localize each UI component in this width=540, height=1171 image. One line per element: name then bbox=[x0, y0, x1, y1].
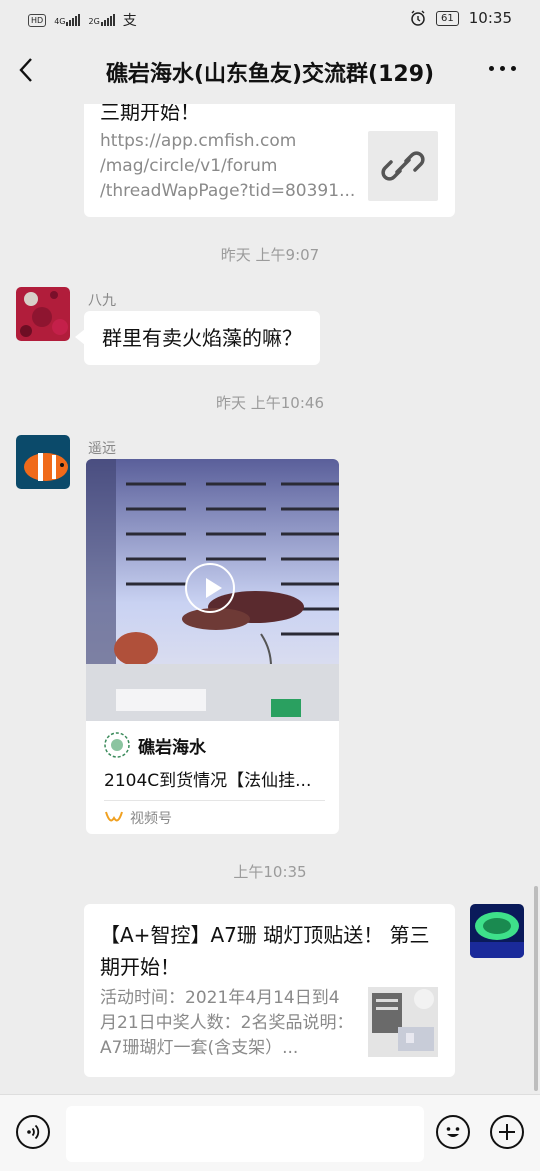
source-row: 视频号 bbox=[104, 808, 172, 828]
avatar[interactable] bbox=[16, 287, 70, 341]
avatar-image bbox=[16, 435, 70, 489]
alipay-char: 支 bbox=[122, 13, 137, 29]
link-thumbnail bbox=[368, 987, 438, 1057]
chevron-left-icon bbox=[19, 58, 32, 82]
divider bbox=[104, 800, 325, 801]
input-bar bbox=[0, 1094, 540, 1171]
sender-name: 八九 bbox=[88, 293, 116, 309]
link-card[interactable]: 【A+智控】A7珊 瑚灯顶贴送！ 第三期开始！ 活动时间：2021年4月14日到… bbox=[84, 904, 455, 1077]
avatar[interactable] bbox=[470, 904, 524, 958]
timestamp: 昨天 上午10:46 bbox=[216, 394, 324, 412]
status-left: HD 4G 2G 支 bbox=[28, 10, 137, 30]
sender-name: 遥远 bbox=[88, 441, 116, 457]
message-input[interactable] bbox=[66, 1106, 424, 1162]
channel-name: 礁岩海水 bbox=[138, 737, 206, 758]
clock: 10:35 bbox=[468, 9, 512, 27]
link-card-title: 【A+智控】A7珊 瑚灯顶贴送！ 第三期开始！ bbox=[100, 923, 430, 979]
scrollbar[interactable] bbox=[534, 886, 538, 1091]
link-card-title: 三期开始！ bbox=[100, 104, 200, 124]
voice-button[interactable] bbox=[16, 1115, 50, 1149]
back-button[interactable] bbox=[16, 56, 38, 84]
alarm-icon bbox=[411, 10, 425, 26]
page-title: 礁岩海水(山东鱼友)交流群(129) bbox=[105, 62, 435, 87]
status-bar: HD 4G 2G 支 61 10:35 bbox=[0, 0, 540, 36]
link-card-description: 活动时间：2021年4月14日到4月21日中奖人数：2名奖品说明：A7珊瑚灯一套… bbox=[100, 988, 354, 1058]
channel-logo-icon bbox=[104, 732, 130, 758]
plus-circle-icon bbox=[499, 1124, 515, 1140]
add-button[interactable] bbox=[490, 1115, 524, 1149]
hd-badge: HD bbox=[28, 13, 47, 27]
thumbnail-image bbox=[368, 987, 438, 1057]
video-description: 2104C到货情况【法仙挂... bbox=[104, 771, 312, 791]
timestamp: 昨天 上午9:07 bbox=[220, 246, 320, 264]
video-thumbnail[interactable] bbox=[86, 459, 339, 721]
signal-2g: 2G bbox=[88, 14, 115, 26]
signal-4g: 4G bbox=[54, 14, 81, 26]
status-right: 61 10:35 bbox=[410, 9, 512, 27]
more-horizontal-icon bbox=[489, 66, 494, 71]
chat-header: 礁岩海水(山东鱼友)交流群(129) bbox=[0, 36, 540, 104]
link-card-url: https://app.cmfish.com /mag/circle/v1/fo… bbox=[100, 131, 356, 201]
voice-icon bbox=[27, 1124, 40, 1140]
emoji-button[interactable] bbox=[436, 1115, 470, 1149]
link-card[interactable]: 三期开始！ https://app.cmfish.com /mag/circle… bbox=[84, 104, 455, 217]
video-card[interactable]: 礁岩海水 2104C到货情况【法仙挂... 视频号 bbox=[86, 459, 339, 834]
channel-row: 礁岩海水 bbox=[104, 732, 206, 758]
battery-indicator: 61 bbox=[436, 10, 459, 26]
play-icon[interactable] bbox=[185, 563, 235, 613]
link-icon bbox=[381, 151, 425, 181]
chat-area[interactable]: 三期开始！ https://app.cmfish.com /mag/circle… bbox=[0, 104, 540, 1094]
avatar-image bbox=[470, 904, 524, 958]
chat-bubble[interactable]: 群里有卖火焰藻的嘛？ bbox=[75, 311, 320, 365]
more-button[interactable] bbox=[489, 66, 516, 71]
emoji-icon bbox=[446, 1127, 460, 1137]
avatar-image bbox=[16, 287, 70, 341]
channels-icon bbox=[105, 811, 123, 822]
source-label: 视频号 bbox=[130, 811, 172, 827]
link-thumbnail bbox=[368, 131, 438, 201]
timestamp: 上午10:35 bbox=[233, 863, 307, 881]
avatar[interactable] bbox=[16, 435, 70, 489]
